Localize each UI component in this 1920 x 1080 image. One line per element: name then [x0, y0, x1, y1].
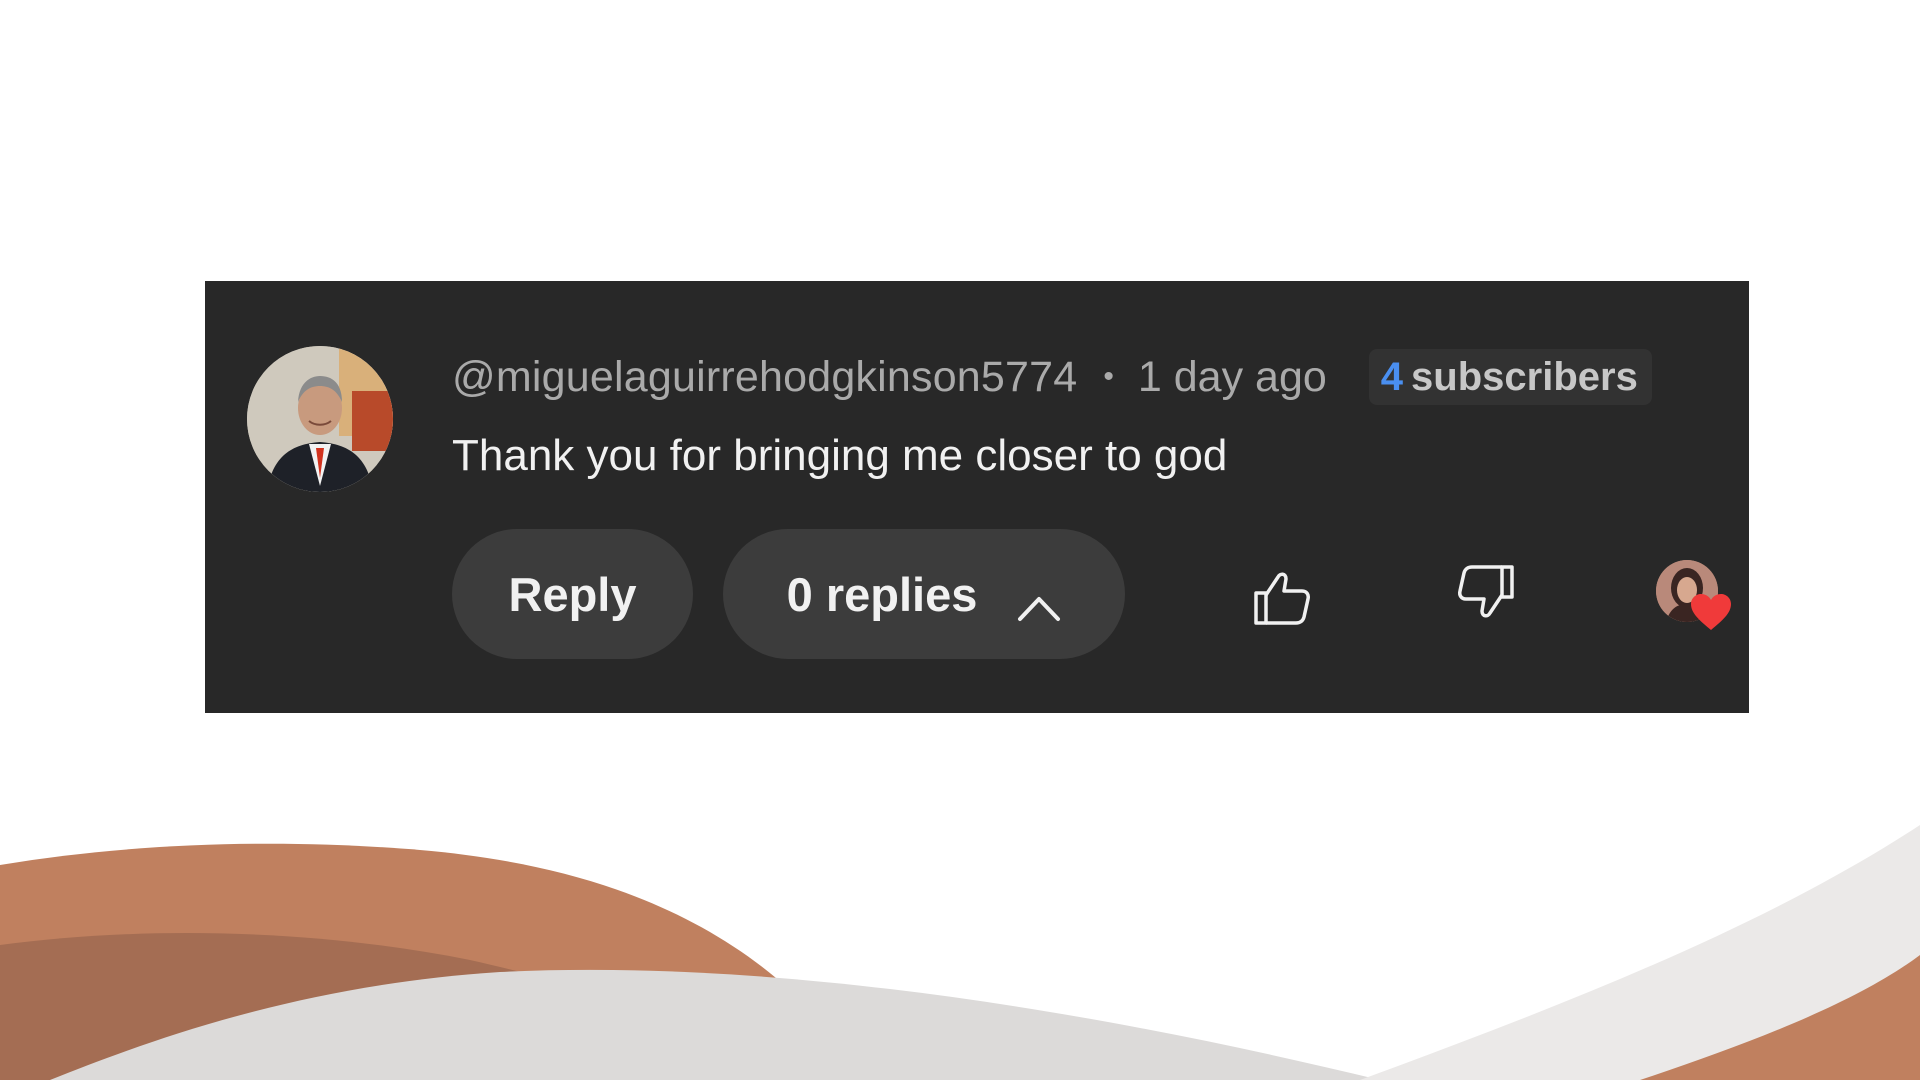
reply-button-label: Reply — [508, 567, 637, 621]
replies-count-label: 0 replies — [786, 567, 978, 621]
thumbs-down-icon — [1458, 565, 1514, 618]
separator-dot: • — [1103, 360, 1114, 393]
subscriber-label: subscribers — [1411, 354, 1638, 399]
subscriber-badge: 4 subscribers — [1368, 349, 1652, 405]
comment-text: Thank you for bringing me closer to god — [452, 431, 1228, 480]
replies-toggle-button[interactable]: 0 replies — [723, 529, 1125, 659]
comment-header: @miguelaguirrehodgkinson5774 • 1 day ago… — [452, 341, 1652, 413]
thumbs-up-icon — [1254, 572, 1310, 625]
reply-button[interactable]: Reply — [452, 529, 693, 659]
subscriber-count: 4 — [1380, 354, 1404, 399]
author-handle[interactable]: @miguelaguirrehodgkinson5774 — [452, 353, 1077, 402]
chevron-up-icon — [1017, 579, 1061, 621]
dislike-button[interactable] — [1451, 558, 1521, 628]
author-avatar[interactable] — [247, 346, 393, 492]
author-avatar-image — [247, 346, 393, 492]
comment-timestamp[interactable]: 1 day ago — [1138, 353, 1327, 402]
heart-icon — [1691, 594, 1731, 630]
creator-heart-badge[interactable] — [1656, 560, 1746, 640]
like-button[interactable] — [1247, 562, 1317, 632]
slide-canvas: @miguelaguirrehodgkinson5774 • 1 day ago… — [0, 0, 1920, 1080]
comment-card: @miguelaguirrehodgkinson5774 • 1 day ago… — [205, 281, 1749, 713]
